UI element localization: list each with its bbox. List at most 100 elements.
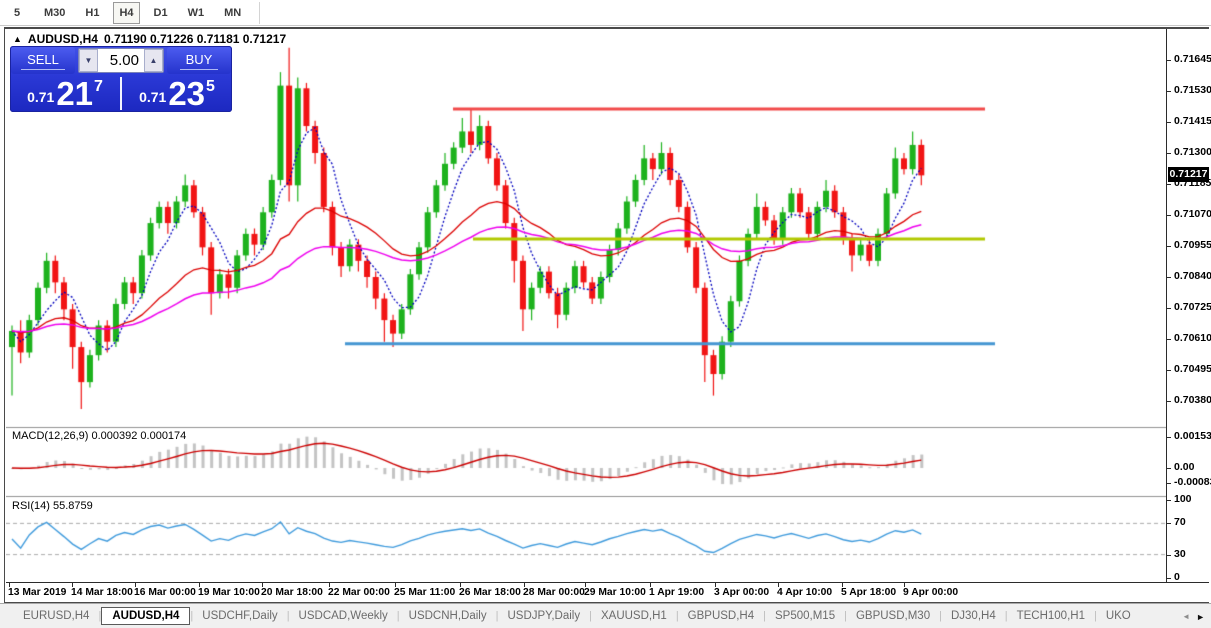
price-axis-label-tick [1167, 246, 1171, 247]
price-axis-label-tick [1167, 370, 1171, 371]
macd-axis-label-tick [1167, 483, 1171, 484]
rsi-axis-label: 100 [1174, 493, 1192, 505]
chart-tab-tech100-h1[interactable]: TECH100,H1 [1008, 608, 1094, 624]
chart-tab-gbpusd-h4[interactable]: GBPUSD,H4 [679, 608, 763, 624]
volume-decrease-button[interactable]: ▼ [79, 49, 98, 72]
macd-axis-label: -0.000835 [1174, 476, 1211, 488]
time-axis-label: 19 Mar 10:00 [198, 587, 260, 598]
price-axis-label-tick [1167, 277, 1171, 278]
chart-tab-audusd-h4[interactable]: AUDUSD,H4 [101, 607, 191, 625]
price-axis-label: 0.70610 [1174, 332, 1211, 344]
tab-scroll-right-icon[interactable]: ► [1196, 612, 1205, 622]
time-axis-label: 28 Mar 00:00 [523, 587, 585, 598]
sell-price[interactable]: 0.71 21 7 [10, 75, 120, 112]
rsi-axis-label: 30 [1174, 548, 1186, 560]
sell-price-big: 21 [56, 75, 94, 112]
price-axis-label-tick [1167, 339, 1171, 340]
buy-price[interactable]: 0.71 23 5 [122, 75, 232, 112]
time-axis-label: 26 Mar 18:00 [459, 587, 521, 598]
price-axis-label: 0.71415 [1174, 115, 1211, 127]
macd-axis-label: 0.001538 [1174, 430, 1211, 442]
price-axis-label: 0.70955 [1174, 239, 1211, 251]
rsi-axis-label-tick [1167, 523, 1171, 524]
time-axis-label: 14 Mar 18:00 [71, 587, 133, 598]
chart-tab-sp500-m15[interactable]: SP500,M15 [766, 608, 844, 624]
time-axis-label: 16 Mar 00:00 [134, 587, 196, 598]
volume-increase-button[interactable]: ▲ [144, 49, 163, 72]
timeframe-button-w1[interactable]: W1 [182, 2, 211, 24]
price-axis-label: 0.71645 [1174, 53, 1211, 65]
time-axis-label: 9 Apr 00:00 [903, 587, 959, 598]
timeframe-button-h4[interactable]: H4 [113, 1, 140, 24]
buy-price-big: 23 [168, 75, 206, 112]
timeframe-toolbar: 5 M30 H1 H4 D1 W1 MN [0, 0, 1211, 26]
collapse-panel-icon[interactable]: ▲ [13, 34, 22, 44]
time-axis-label: 1 Apr 19:00 [649, 587, 705, 598]
rsi-label: RSI(14) 55.8759 [12, 500, 93, 512]
one-click-trading-panel: SELL ▼ 5.00 ▲ BUY 0.71 21 7 0.71 23 5 [10, 46, 232, 112]
rsi-axis-label-tick [1167, 555, 1171, 556]
tab-scroll-controls: ◄ ► [1179, 604, 1208, 628]
macd-axis-label-tick [1167, 437, 1171, 438]
chart-tab-usdcad-weekly[interactable]: USDCAD,Weekly [290, 608, 397, 624]
chart-tab-usdcnh-daily[interactable]: USDCNH,Daily [400, 608, 496, 624]
price-axis-label-tick [1167, 122, 1171, 123]
chart-tab-eurusd-h4[interactable]: EURUSD,H4 [14, 608, 98, 624]
chart-tab-gbpusd-m30[interactable]: GBPUSD,M30 [847, 608, 939, 624]
ohlc-values: 0.71190 0.71226 0.71181 0.71217 [103, 32, 287, 46]
price-axis-label-tick [1167, 153, 1171, 154]
chart-tab-dj30-h4[interactable]: DJ30,H4 [942, 608, 1005, 624]
chart-tab-xauusd-h1[interactable]: XAUUSD,H1 [592, 608, 676, 624]
price-axis-label: 0.70495 [1174, 363, 1211, 375]
price-axis-label-tick [1167, 184, 1171, 185]
timeframe-button-mn[interactable]: MN [218, 2, 247, 24]
timeframe-button-d1[interactable]: D1 [148, 2, 174, 24]
price-axis-label-tick [1167, 91, 1171, 92]
time-axis-label: 25 Mar 11:00 [394, 587, 456, 598]
price-axis-label: 0.71300 [1174, 146, 1211, 158]
chart-tab-usdjpy-daily[interactable]: USDJPY,Daily [498, 608, 589, 624]
buy-price-prefix: 0.71 [139, 89, 167, 105]
chart-tab-uko[interactable]: UKO [1097, 608, 1140, 624]
price-axis-label: 0.71070 [1174, 208, 1211, 220]
time-axis: 13 Mar 2019 14 Mar 18:00 16 Mar 00:00 19 Ma… [6, 582, 1209, 602]
price-axis-label: 0.71530 [1174, 84, 1211, 96]
buy-button[interactable]: BUY [167, 47, 231, 74]
price-axis: 0.71645 0.71530 0.71415 0.71300 0.71185 0.710… [1166, 29, 1211, 583]
chart-tab-usdchf-daily[interactable]: USDCHF,Daily [193, 608, 286, 624]
price-axis-label-tick [1167, 60, 1171, 61]
timeframe-button-m30[interactable]: M30 [38, 2, 71, 24]
time-axis-label: 20 Mar 18:00 [261, 587, 323, 598]
macd-label: MACD(12,26,9) 0.000392 0.000174 [12, 430, 187, 442]
trade-panel-top-row: SELL ▼ 5.00 ▲ BUY [10, 46, 232, 75]
sell-price-prefix: 0.71 [27, 89, 55, 105]
price-axis-label: 0.70380 [1174, 394, 1211, 406]
volume-value[interactable]: 5.00 [98, 52, 144, 69]
price-axis-label: 0.70840 [1174, 270, 1211, 282]
chart-header: ▲ AUDUSD,H4 0.71190 0.71226 0.71181 0.71… [13, 32, 286, 46]
price-axis-label-tick [1167, 215, 1171, 216]
caret-up-icon: ▲ [149, 56, 158, 65]
time-axis-label: 13 Mar 2019 [8, 587, 67, 598]
rsi-axis-label-tick [1167, 500, 1171, 501]
toolbar-separator [259, 1, 261, 24]
tab-scroll-left-icon[interactable]: ◄ [1182, 612, 1190, 621]
chart-tab-bar: EURUSD,H4 | AUDUSD,H4 | USDCHF,Daily | USDCAD,… [0, 603, 1211, 628]
price-axis-label-tick [1167, 308, 1171, 309]
time-axis-label: 22 Mar 00:00 [328, 587, 390, 598]
volume-spinner: ▼ 5.00 ▲ [78, 48, 164, 73]
timeframe-button-h1[interactable]: H1 [79, 2, 105, 24]
sell-button-label: SELL [21, 52, 65, 70]
time-axis-label: 5 Apr 18:00 [841, 587, 897, 598]
rsi-axis-label-tick [1167, 578, 1171, 579]
price-axis-label-tick [1167, 401, 1171, 402]
sell-button[interactable]: SELL [11, 47, 75, 74]
price-axis-label: 0.70725 [1174, 301, 1211, 313]
buy-price-pip: 5 [206, 78, 215, 95]
timeframe-button-5[interactable]: 5 [4, 2, 30, 24]
sell-price-pip: 7 [94, 78, 103, 95]
time-axis-label: 4 Apr 10:00 [777, 587, 833, 598]
time-axis-label: 29 Mar 10:00 [584, 587, 646, 598]
current-price-badge: 0.71217 [1168, 167, 1209, 182]
macd-axis-label-tick [1167, 468, 1171, 469]
